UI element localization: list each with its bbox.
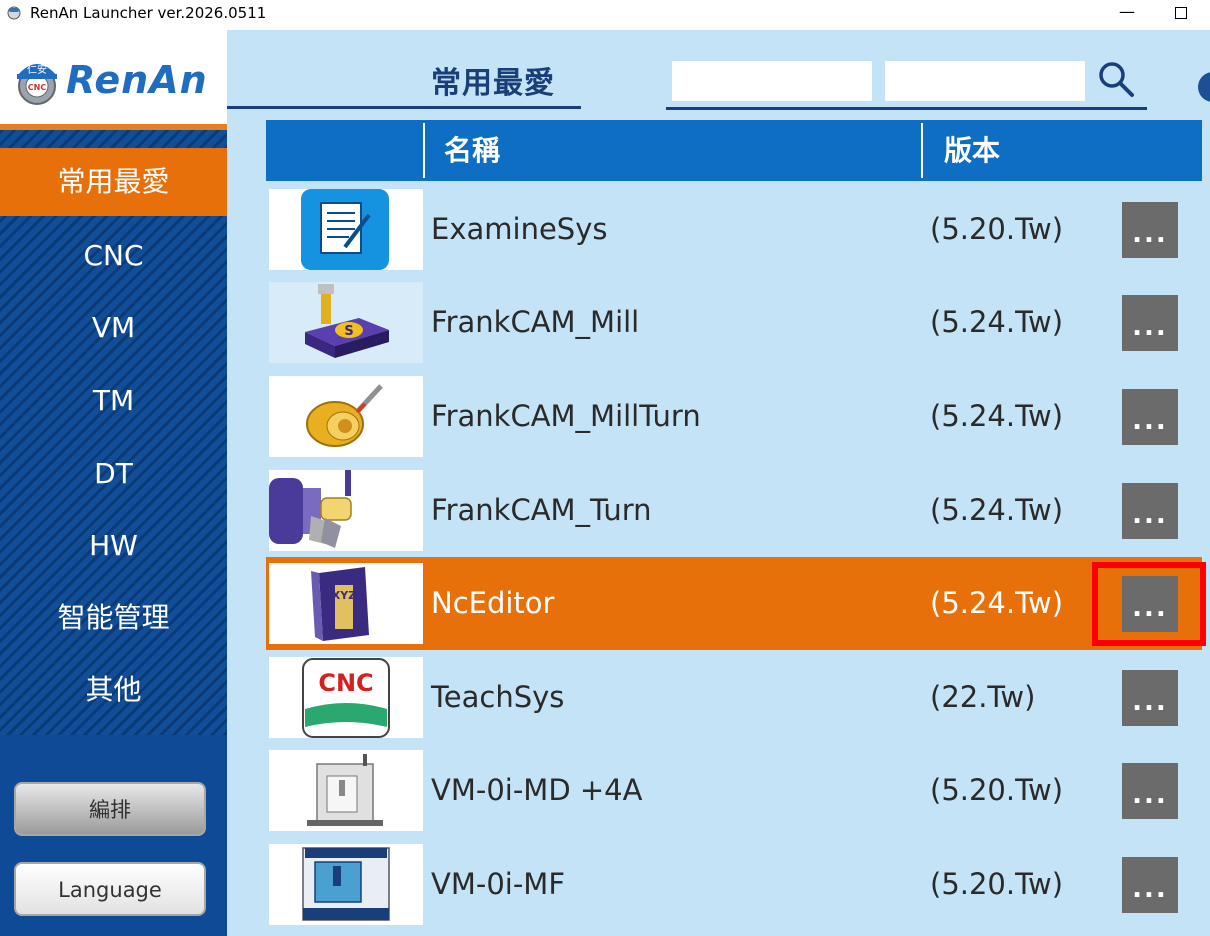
row-icon-cell bbox=[269, 750, 423, 831]
page-title: 常用最愛 bbox=[431, 66, 555, 101]
vm-mf-machine-icon bbox=[302, 847, 390, 921]
row-icon-cell bbox=[269, 470, 423, 551]
table-row[interactable]: VM-0i-MD +4A (5.20.Tw) ... bbox=[266, 744, 1202, 837]
header-separator bbox=[423, 123, 425, 178]
header-version: 版本 bbox=[944, 134, 1001, 167]
sidebar-item-favorites[interactable]: 常用最愛 bbox=[0, 148, 227, 216]
row-icon-cell bbox=[269, 844, 423, 925]
more-options-button[interactable]: ... bbox=[1122, 670, 1178, 726]
row-name: NcEditor bbox=[431, 586, 555, 620]
app-icon bbox=[7, 6, 21, 20]
table-row[interactable]: S FrankCAM_Mill (5.24.Tw) ... bbox=[266, 276, 1202, 369]
row-version: (5.24.Tw) bbox=[930, 493, 1064, 527]
nceditor-icon: XYZ bbox=[311, 567, 369, 641]
row-name: ExamineSys bbox=[431, 212, 608, 246]
title-bar: RenAn Launcher ver.2026.0511 — bbox=[0, 0, 1210, 26]
table-row-selected[interactable]: XYZ NcEditor (5.24.Tw) ... bbox=[266, 557, 1202, 650]
language-button[interactable]: Language bbox=[14, 862, 206, 916]
search-input-primary[interactable] bbox=[672, 61, 872, 101]
row-version: (5.20.Tw) bbox=[930, 773, 1064, 807]
sidebar: 仁安 CNC RenAn 常用最愛 CNC VM TM DT HW 智能管理 其… bbox=[0, 30, 227, 936]
row-name: VM-0i-MD +4A bbox=[431, 773, 643, 807]
sidebar-item-hw[interactable]: HW bbox=[0, 512, 227, 580]
more-options-button[interactable]: ... bbox=[1122, 202, 1178, 258]
window-title: RenAn Launcher ver.2026.0511 bbox=[30, 4, 267, 22]
frankcam-mill-icon: S bbox=[305, 284, 389, 358]
search-input-secondary[interactable] bbox=[885, 61, 1085, 101]
row-icon-cell: S bbox=[269, 282, 423, 363]
sidebar-item-tm[interactable]: TM bbox=[0, 367, 227, 435]
svg-text:S: S bbox=[344, 324, 353, 339]
table-row[interactable]: FrankCAM_Turn (5.24.Tw) ... bbox=[266, 464, 1202, 557]
more-options-button[interactable]: ... bbox=[1122, 389, 1178, 445]
main-panel: 常用最愛 名稱 版本 ExamineSys (5.20.Tw) ... S Fr… bbox=[227, 30, 1210, 936]
row-icon-cell: CNC bbox=[269, 657, 423, 738]
row-name: FrankCAM_Turn bbox=[431, 493, 652, 527]
search-icon[interactable] bbox=[1095, 58, 1137, 100]
row-name: FrankCAM_Mill bbox=[431, 305, 640, 339]
more-options-button[interactable]: ... bbox=[1122, 857, 1178, 913]
teachsys-icon-text: CNC bbox=[318, 669, 373, 697]
search-underline bbox=[666, 107, 1147, 110]
logo-area: 仁安 CNC RenAn bbox=[0, 30, 227, 130]
logo-badge-text: 仁安 bbox=[27, 63, 47, 76]
arrange-button[interactable]: 編排 bbox=[14, 782, 206, 836]
row-icon-cell bbox=[269, 376, 423, 457]
header-name: 名稱 bbox=[444, 134, 501, 167]
sidebar-item-others[interactable]: 其他 bbox=[0, 656, 227, 724]
title-underline bbox=[227, 106, 581, 109]
minimize-button[interactable]: — bbox=[1104, 0, 1150, 26]
row-version: (5.20.Tw) bbox=[930, 212, 1064, 246]
row-version: (5.24.Tw) bbox=[930, 305, 1064, 339]
table-row[interactable]: VM-0i-MF (5.20.Tw) ... bbox=[266, 838, 1202, 931]
teachsys-icon: CNC bbox=[302, 658, 390, 738]
highlight-box bbox=[1092, 562, 1206, 646]
sidebar-item-vm[interactable]: VM bbox=[0, 294, 227, 362]
table-header: 名稱 版本 bbox=[266, 120, 1202, 181]
vm-md-machine-icon bbox=[307, 754, 383, 826]
more-options-button[interactable]: ... bbox=[1122, 295, 1178, 351]
maximize-icon bbox=[1175, 7, 1187, 19]
row-name: TeachSys bbox=[431, 680, 565, 714]
edge-circle-icon bbox=[1198, 72, 1210, 102]
maximize-button[interactable] bbox=[1158, 0, 1204, 26]
side-nav: 常用最愛 CNC VM TM DT HW 智能管理 其他 bbox=[0, 130, 227, 735]
row-version: (5.20.Tw) bbox=[930, 867, 1064, 901]
row-icon-cell: XYZ bbox=[269, 563, 423, 644]
nceditor-icon-text: XYZ bbox=[332, 589, 356, 602]
row-name: FrankCAM_MillTurn bbox=[431, 399, 701, 433]
row-icon-cell bbox=[269, 189, 423, 270]
more-options-button[interactable]: ... bbox=[1122, 763, 1178, 819]
sidebar-item-smart-management[interactable]: 智能管理 bbox=[0, 584, 227, 652]
examinesys-icon bbox=[301, 189, 389, 270]
row-version: (5.24.Tw) bbox=[930, 586, 1064, 620]
logo-badge-sub: CNC bbox=[28, 83, 47, 92]
renan-logo-icon: 仁安 CNC bbox=[17, 63, 57, 105]
table-row[interactable]: ExamineSys (5.20.Tw) ... bbox=[266, 183, 1202, 276]
sidebar-item-cnc[interactable]: CNC bbox=[0, 222, 227, 290]
sidebar-item-dt[interactable]: DT bbox=[0, 440, 227, 508]
frankcam-millturn-icon bbox=[306, 384, 383, 447]
frankcam-turn-icon bbox=[269, 470, 352, 548]
header-separator bbox=[921, 123, 923, 178]
row-version: (5.24.Tw) bbox=[930, 399, 1064, 433]
table-row[interactable]: CNC TeachSys (22.Tw) ... bbox=[266, 651, 1202, 744]
more-options-button[interactable]: ... bbox=[1122, 483, 1178, 539]
row-version: (22.Tw) bbox=[930, 680, 1036, 714]
table-row[interactable]: FrankCAM_MillTurn (5.24.Tw) ... bbox=[266, 370, 1202, 463]
brand-logo-text: RenAn bbox=[66, 58, 208, 102]
row-name: VM-0i-MF bbox=[431, 867, 565, 901]
